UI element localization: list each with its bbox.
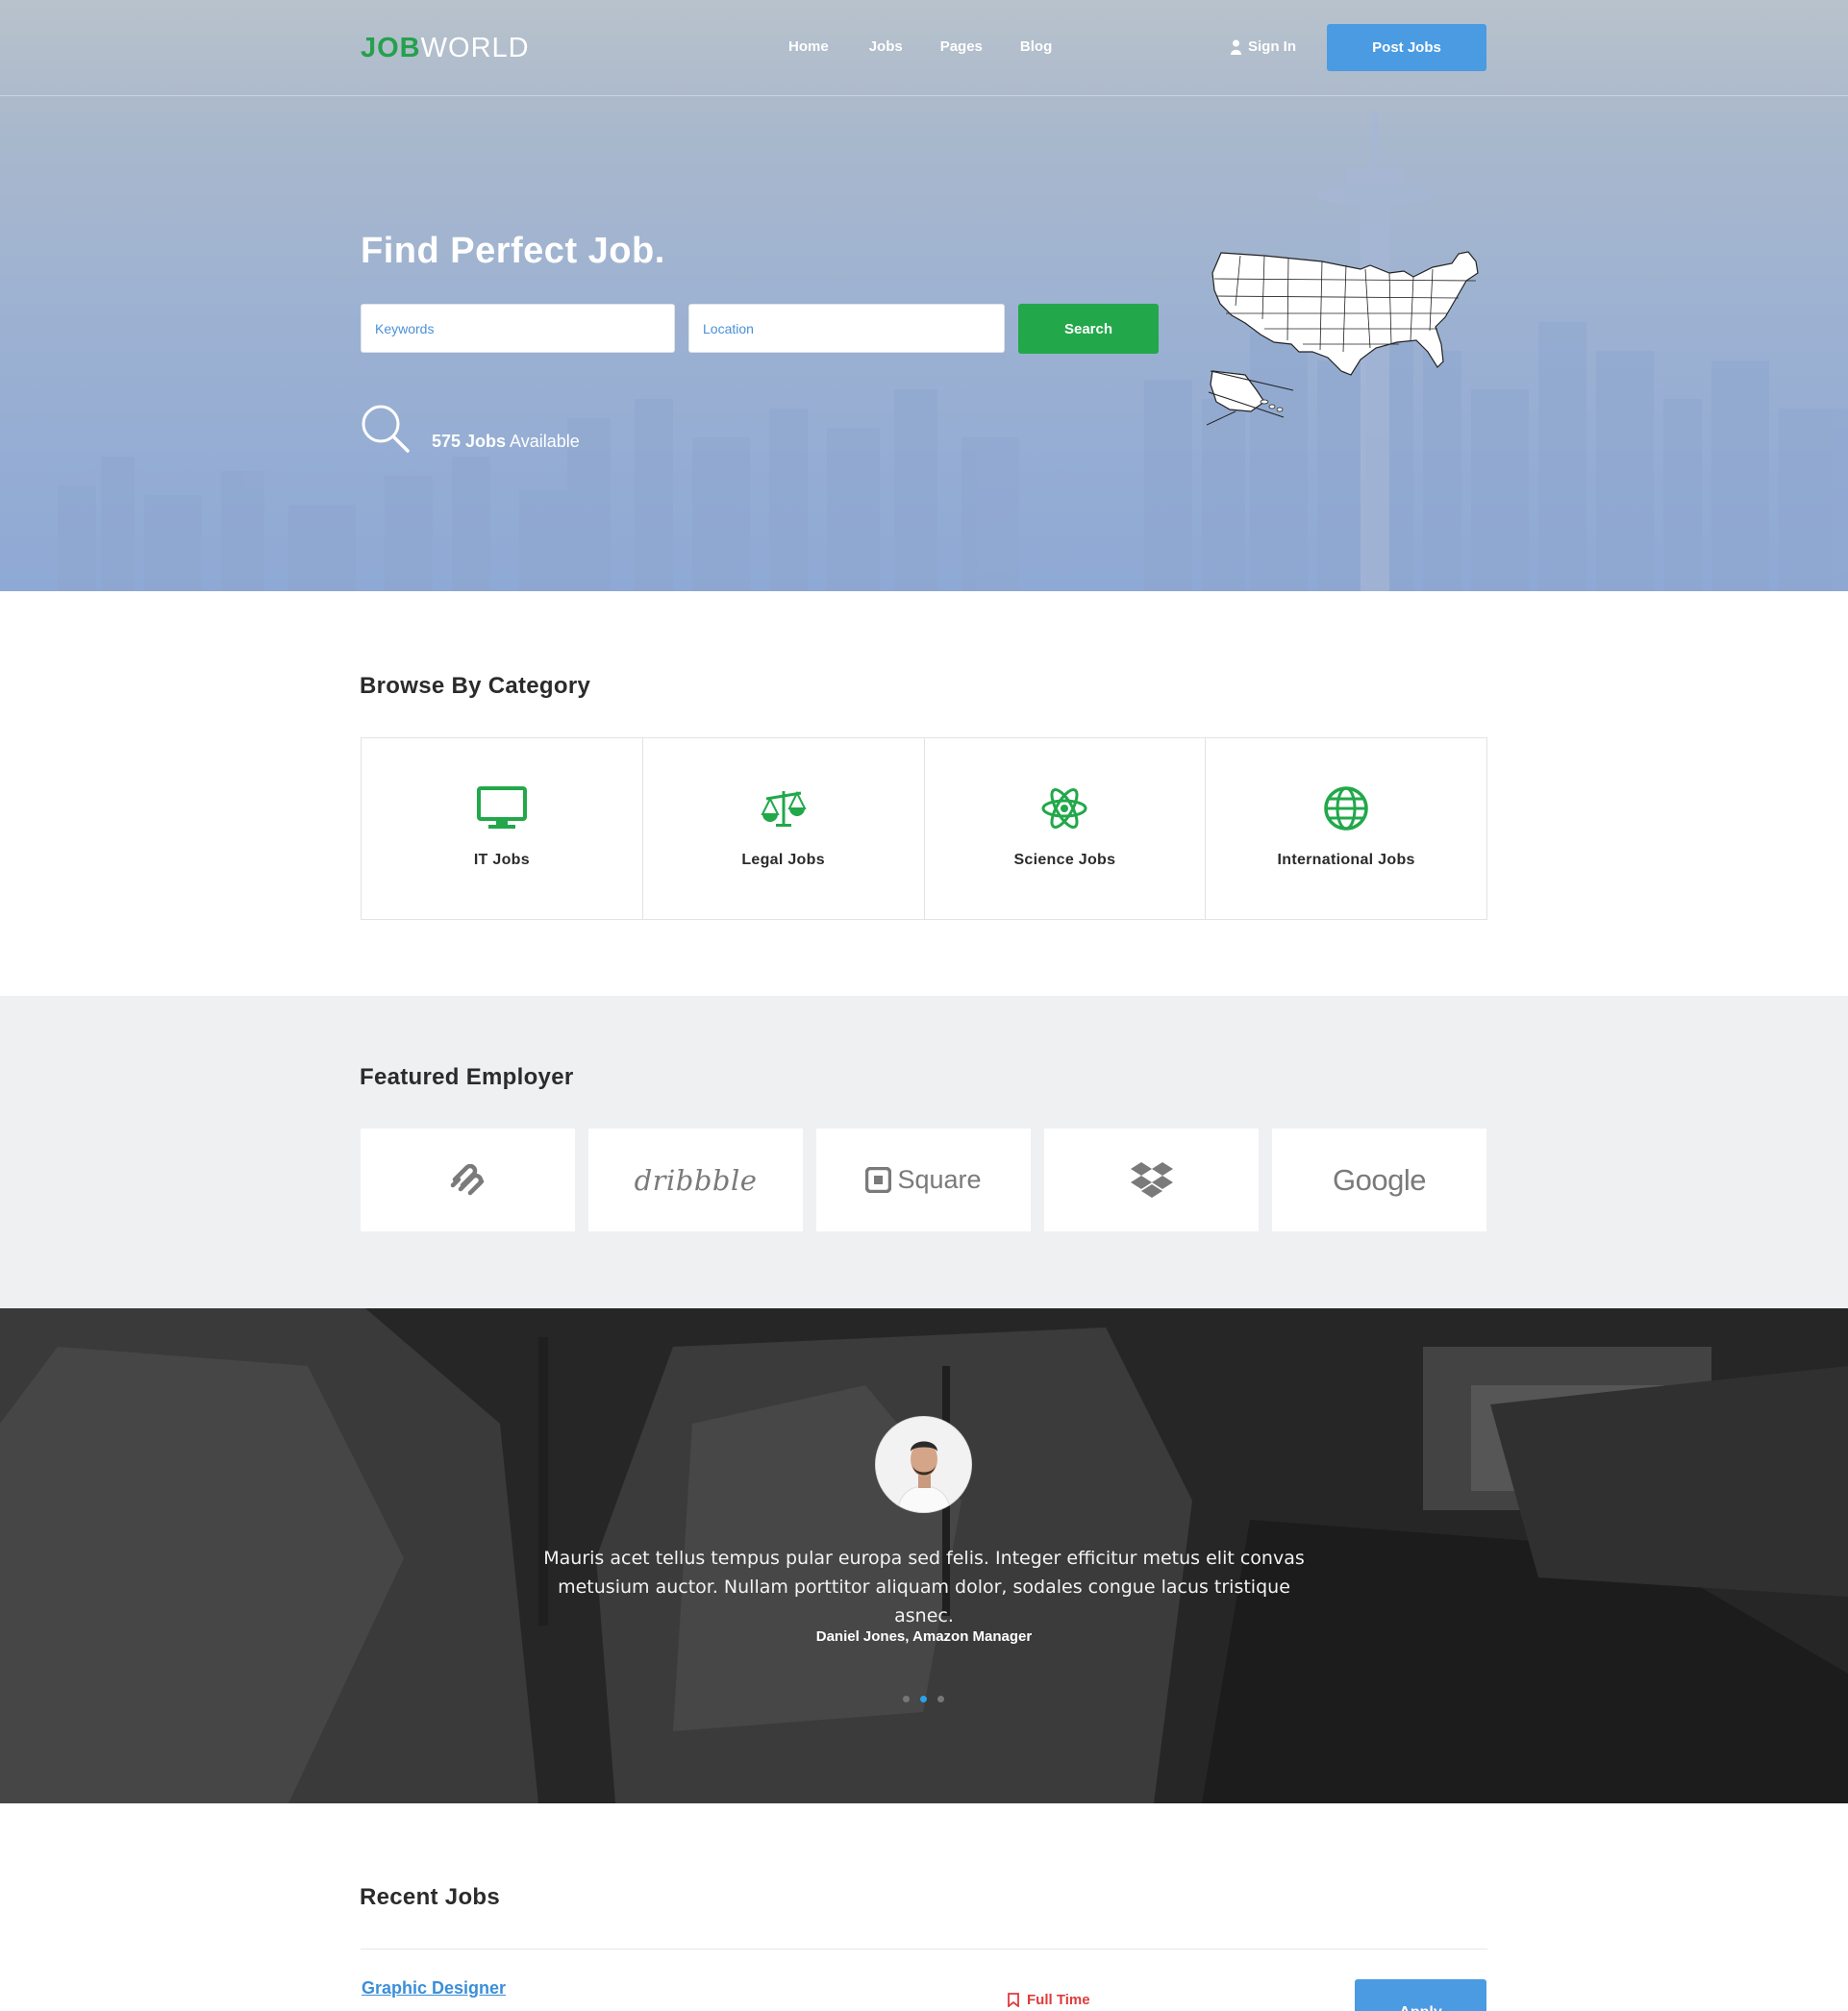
bookmark-icon [1008, 1993, 1019, 2007]
category-label: IT Jobs [473, 852, 530, 868]
logo-world-text: WORLD [420, 33, 530, 63]
testimonial-quote: Mauris acet tellus tempus pular europa s… [543, 1548, 1305, 1626]
category-label: International Jobs [1277, 852, 1415, 868]
site-logo[interactable]: JOBWORLD [361, 33, 530, 64]
recent-jobs-title: Recent Jobs [360, 1884, 501, 1910]
scales-icon [761, 790, 807, 827]
testimonial-author: Daniel Jones, Amazon Manager [815, 1628, 1033, 1645]
post-jobs-button[interactable]: Post Jobs [1327, 24, 1486, 71]
search-button[interactable]: Search [1018, 304, 1159, 354]
featured-employer-title: Featured Employer [360, 1064, 574, 1090]
monitor-icon [476, 786, 527, 829]
testimonial-section: Mauris acet tellus tempus pular europa s… [0, 1308, 1848, 1803]
jobs-suffix: Available [506, 432, 580, 451]
employer-squarespace[interactable] [361, 1129, 575, 1231]
usa-map-image [1207, 251, 1479, 426]
square-logo-mark [865, 1167, 892, 1193]
category-label: Legal Jobs [741, 852, 825, 868]
carousel-dot-3[interactable] [937, 1696, 944, 1702]
carousel-dot-2[interactable] [920, 1696, 927, 1702]
sign-in-link[interactable]: Sign In [1231, 38, 1296, 55]
magnifier-icon [362, 405, 410, 453]
employer-square[interactable]: Square [816, 1129, 1031, 1231]
category-label: Science Jobs [1013, 852, 1116, 868]
category-grid: IT Jobs Legal Jobs Science Jobs Internat… [361, 737, 1487, 920]
main-nav: Home Jobs Pages Blog [788, 38, 1052, 55]
job-type-label: Full Time [1027, 1992, 1090, 2008]
jobs-available-text: 575 Jobs Available [432, 432, 580, 452]
jobs-count: 575 Jobs [432, 432, 507, 451]
nav-jobs[interactable]: Jobs [869, 38, 903, 55]
square-logo-text: Square [897, 1165, 982, 1194]
nav-home[interactable]: Home [788, 38, 829, 55]
browse-category-title: Browse By Category [360, 673, 591, 699]
nav-pages[interactable]: Pages [940, 38, 983, 55]
employer-logos: dribbble Square Google [361, 1129, 1487, 1231]
squarespace-logo [450, 1163, 484, 1195]
jobs-available: 575 Jobs Available [361, 404, 580, 454]
sign-in-label: Sign In [1248, 38, 1296, 55]
carousel-dots [903, 1696, 944, 1702]
keywords-input[interactable] [361, 304, 675, 353]
google-logo-text: Google [1333, 1162, 1426, 1197]
avatar [875, 1416, 972, 1513]
nav-blog[interactable]: Blog [1020, 38, 1052, 55]
employer-google[interactable]: Google [1272, 1129, 1486, 1231]
hero-section: JOBWORLD Home Jobs Pages Blog Sign In Po… [0, 0, 1848, 591]
globe-icon [1324, 786, 1368, 831]
employer-dribbble[interactable]: dribbble [588, 1129, 803, 1231]
location-input[interactable] [688, 304, 1005, 353]
category-science-jobs[interactable]: Science Jobs [925, 738, 1207, 919]
hero-title: Find Perfect Job. [361, 231, 665, 271]
category-legal-jobs[interactable]: Legal Jobs [643, 738, 925, 919]
employer-dropbox[interactable] [1044, 1129, 1259, 1231]
square-logo: Square [865, 1165, 982, 1195]
job-title-link[interactable]: Graphic Designer [362, 1978, 506, 1999]
atom-icon [1041, 788, 1087, 829]
header-divider [0, 95, 1848, 96]
category-international-jobs[interactable]: International Jobs [1206, 738, 1486, 919]
logo-job-text: JOB [361, 33, 421, 63]
dribbble-logo-text: dribbble [634, 1163, 758, 1197]
person-photo [876, 1417, 971, 1512]
category-it-jobs[interactable]: IT Jobs [362, 738, 643, 919]
dropbox-logo [1130, 1161, 1173, 1198]
job-type: Full Time [1008, 1992, 1090, 2008]
user-icon [1231, 39, 1241, 55]
apply-button[interactable]: Apply [1355, 1979, 1486, 2011]
carousel-dot-1[interactable] [903, 1696, 910, 1702]
